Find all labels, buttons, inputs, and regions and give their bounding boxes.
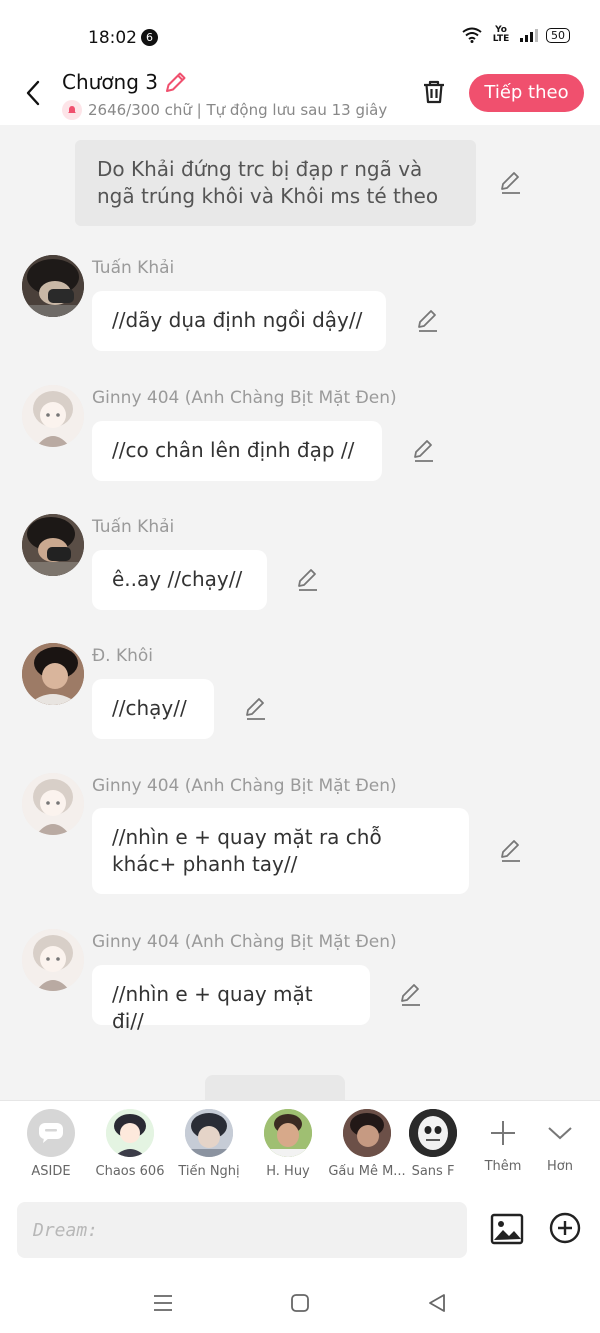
author-name: Đ. Khôi xyxy=(92,646,154,666)
wifi-icon xyxy=(462,27,482,43)
next-chapter-button[interactable]: Tiếp theo xyxy=(469,74,584,112)
author-name: Ginny 404 (Anh Chàng Bịt Mặt Đen) xyxy=(92,388,397,408)
expand-characters-button[interactable]: Hơn xyxy=(530,1109,590,1174)
character-name: ASIDE xyxy=(31,1164,71,1179)
avatar[interactable] xyxy=(22,255,84,317)
message-bubble[interactable]: //nhìn e + quay mặt ra chỗ khác+ phanh t… xyxy=(92,808,469,894)
add-button[interactable] xyxy=(549,1212,581,1244)
chapter-title-group[interactable]: Chương 3 xyxy=(62,70,188,94)
avatar xyxy=(409,1109,457,1157)
message-bubble[interactable]: //chạy// xyxy=(92,679,214,739)
edit-icon[interactable] xyxy=(295,567,321,593)
avatar[interactable] xyxy=(22,929,84,991)
edit-icon[interactable] xyxy=(398,982,424,1008)
author-name: Tuấn Khải xyxy=(92,517,175,537)
character-item[interactable]: Tiến Nghị xyxy=(169,1109,249,1179)
chapter-header: Chương 3 2646/300 chữ | Tự động lưu sau … xyxy=(0,60,600,125)
character-item[interactable]: Sans F xyxy=(404,1109,462,1179)
add-character-button[interactable]: Thêm xyxy=(473,1109,533,1174)
word-count-text: 2646/300 chữ | Tự động lưu sau 13 giây xyxy=(88,101,388,119)
edit-icon[interactable] xyxy=(415,308,441,334)
image-icon xyxy=(490,1213,524,1245)
avatar xyxy=(264,1109,312,1157)
author-name: Ginny 404 (Anh Chàng Bịt Mặt Đen) xyxy=(92,932,397,952)
delete-button[interactable] xyxy=(418,76,450,108)
avatar xyxy=(106,1109,154,1157)
insert-image-button[interactable] xyxy=(490,1212,524,1246)
home-icon[interactable] xyxy=(287,1290,313,1316)
chapter-title: Chương 3 xyxy=(62,70,159,94)
avatar xyxy=(185,1109,233,1157)
expand-label: Hơn xyxy=(547,1159,573,1174)
back-button[interactable] xyxy=(18,76,48,110)
character-item[interactable]: Chaos 606 xyxy=(90,1109,170,1179)
message-bubble[interactable]: //co chân lên định đạp // xyxy=(92,421,382,481)
chat-bubble-icon xyxy=(27,1109,75,1157)
author-name: Ginny 404 (Anh Chàng Bịt Mặt Đen) xyxy=(92,776,397,796)
bell-icon xyxy=(62,100,82,120)
chevron-down-icon xyxy=(530,1109,590,1157)
trash-icon xyxy=(424,80,444,104)
message-bubble[interactable]: //nhìn e + quay mặt đi// xyxy=(92,965,370,1033)
system-navigation-bar xyxy=(0,1270,600,1333)
network-type-label: Yo LTE xyxy=(492,25,510,44)
character-name: Sans F xyxy=(411,1164,455,1179)
edit-icon[interactable] xyxy=(498,170,524,196)
signal-icon xyxy=(520,29,538,42)
message-input[interactable] xyxy=(17,1202,467,1258)
character-name: Chaos 606 xyxy=(95,1164,165,1179)
composer xyxy=(0,1190,600,1270)
chevron-left-icon xyxy=(26,80,40,106)
plus-circle-icon xyxy=(549,1212,581,1244)
character-item[interactable]: Gấu Mê M... xyxy=(327,1109,407,1179)
narration-bubble-partial[interactable] xyxy=(205,1075,345,1100)
pencil-icon xyxy=(166,72,186,92)
add-character-label: Thêm xyxy=(484,1159,522,1174)
narration-bubble[interactable]: Do Khải đứng trc bị đạp r ngã và ngã trú… xyxy=(75,140,476,226)
edit-icon[interactable] xyxy=(411,438,437,464)
avatar xyxy=(343,1109,391,1157)
character-item[interactable]: H. Huy xyxy=(248,1109,328,1179)
character-name: H. Huy xyxy=(266,1164,310,1179)
message-bubble[interactable]: ê..ay //chạy// xyxy=(92,550,267,610)
notification-badge: 6 xyxy=(141,29,158,46)
menu-icon[interactable] xyxy=(150,1290,176,1316)
battery-indicator: 50 xyxy=(546,27,570,43)
plus-icon xyxy=(473,1109,533,1157)
avatar[interactable] xyxy=(22,385,84,447)
avatar[interactable] xyxy=(22,773,84,835)
chat-feed[interactable]: Do Khải đứng trc bị đạp r ngã và ngã trú… xyxy=(0,125,600,1100)
edit-icon[interactable] xyxy=(243,696,269,722)
author-name: Tuấn Khải xyxy=(92,258,175,278)
character-aside[interactable]: ASIDE xyxy=(11,1109,91,1179)
system-icons: Yo LTE 50 xyxy=(462,26,570,44)
avatar[interactable] xyxy=(22,514,84,576)
status-time: 18:02 xyxy=(88,28,137,48)
character-name: Gấu Mê M... xyxy=(328,1164,406,1179)
message-bubble[interactable]: //dãy dụa định ngồi dậy// xyxy=(92,291,386,351)
character-selector: ASIDE Chaos 606 Tiến Nghị H. Huy Gấu Mê … xyxy=(0,1100,600,1191)
edit-icon[interactable] xyxy=(498,838,524,864)
back-triangle-icon[interactable] xyxy=(424,1290,450,1316)
word-count-line: 2646/300 chữ | Tự động lưu sau 13 giây xyxy=(62,100,402,120)
character-name: Tiến Nghị xyxy=(178,1164,240,1179)
avatar[interactable] xyxy=(22,643,84,705)
